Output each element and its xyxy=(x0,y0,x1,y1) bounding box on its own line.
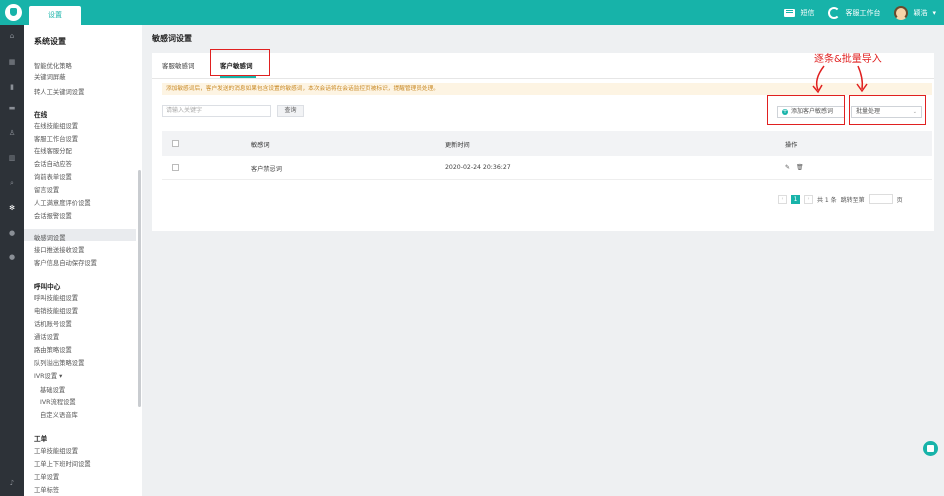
chat-fab-icon[interactable] xyxy=(923,441,938,456)
arrow-to-add xyxy=(815,65,825,91)
annotation-arrows xyxy=(812,65,868,94)
